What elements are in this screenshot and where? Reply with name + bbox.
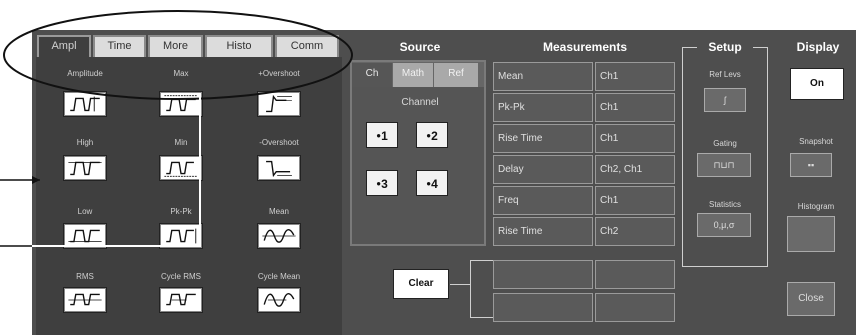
min-label: Min — [174, 138, 188, 147]
positive-overshoot-label: +Overshoot — [258, 69, 300, 78]
camera-icon: ▪▪ — [807, 160, 815, 170]
ref-levels-icon: ʃ — [724, 95, 726, 105]
source-channel-area — [352, 87, 484, 244]
clear-bracket-top — [470, 260, 493, 261]
pk-pk-label: Pk-Pk — [170, 207, 192, 216]
meas-row-4-source[interactable]: Ch2, Ch1 — [595, 155, 675, 184]
amplitude-button[interactable] — [63, 91, 107, 117]
max-label: Max — [173, 69, 189, 78]
channel-4-label: 4 — [431, 177, 438, 191]
histogram-label: Histogram — [797, 202, 835, 211]
meas-row-2-source[interactable]: Ch1 — [595, 93, 675, 122]
amplitude-waveform-icon — [70, 96, 100, 112]
channel-4-button[interactable]: ●4 — [416, 170, 448, 196]
gating-label: Gating — [713, 139, 737, 148]
low-button[interactable] — [63, 223, 107, 249]
low-label: Low — [77, 207, 93, 216]
setup-title: Setup — [697, 40, 753, 54]
meas-row-3-name[interactable]: Rise Time — [493, 124, 593, 153]
max-button[interactable] — [159, 91, 203, 117]
snapshot-label: Snapshot — [799, 137, 833, 146]
ref-levs-label: Ref Levs — [709, 70, 741, 79]
negative-overshoot-label: -Overshoot — [259, 138, 299, 147]
mean-label: Mean — [268, 207, 289, 216]
high-button[interactable] — [63, 155, 107, 181]
cycle-mean-button[interactable] — [257, 287, 301, 313]
histogram-button[interactable] — [787, 216, 835, 252]
cycle-mean-waveform-icon — [263, 292, 295, 307]
meas-row-1-name[interactable]: Mean — [493, 62, 593, 91]
meas-row-1-source[interactable]: Ch1 — [595, 62, 675, 91]
cycle-rms-waveform-icon — [166, 293, 196, 306]
max-waveform-icon — [164, 95, 198, 112]
meas-row-7-source[interactable] — [595, 260, 675, 289]
amplitude-label: Amplitude — [67, 69, 103, 78]
tab-comm[interactable]: Comm — [275, 35, 339, 57]
rms-waveform-icon — [68, 293, 102, 306]
rms-button[interactable] — [63, 287, 107, 313]
mean-waveform-icon — [262, 228, 296, 243]
statistics-button[interactable]: 0,μ,σ — [697, 213, 751, 237]
rms-label: RMS — [76, 272, 94, 281]
source-tab-math[interactable]: Math — [393, 63, 433, 87]
tab-more[interactable]: More — [148, 35, 203, 57]
clear-button[interactable]: Clear — [393, 269, 449, 299]
channel-2-button[interactable]: ●2 — [416, 122, 448, 148]
meas-row-5-name[interactable]: Freq — [493, 186, 593, 215]
channel-2-label: 2 — [431, 129, 438, 143]
meas-row-7-name[interactable] — [493, 260, 593, 289]
positive-overshoot-button[interactable] — [257, 91, 301, 117]
min-button[interactable] — [159, 155, 203, 181]
mean-button[interactable] — [257, 223, 301, 249]
channel-3-button[interactable]: ●3 — [366, 170, 398, 196]
meas-row-3-source[interactable]: Ch1 — [595, 124, 675, 153]
channel-label: Channel — [401, 97, 439, 108]
ref-levs-button[interactable]: ʃ — [704, 88, 746, 112]
clear-bracket-bottom — [470, 317, 493, 318]
meas-row-6-name[interactable]: Rise Time — [493, 217, 593, 246]
tab-histo[interactable]: Histo — [205, 35, 273, 57]
statistics-label: Statistics — [708, 200, 741, 209]
pk-pk-waveform-icon — [166, 228, 197, 244]
clear-bracket-line — [470, 260, 471, 318]
meas-row-6-source[interactable]: Ch2 — [595, 217, 675, 246]
meas-row-8-name[interactable] — [493, 293, 593, 322]
cycle-rms-label: Cycle RMS — [160, 272, 201, 281]
gating-icon: ⊓⊔⊓ — [713, 160, 735, 170]
meas-row-5-source[interactable]: Ch1 — [595, 186, 675, 215]
close-button[interactable]: Close — [787, 282, 835, 316]
pk-pk-button[interactable] — [159, 223, 203, 249]
positive-overshoot-waveform-icon — [266, 94, 292, 113]
snapshot-button[interactable]: ▪▪ — [790, 153, 832, 177]
source-title: Source — [399, 40, 441, 54]
display-title: Display — [796, 40, 840, 54]
channel-3-label: 3 — [381, 177, 388, 191]
low-waveform-icon — [68, 229, 102, 243]
meas-row-8-source[interactable] — [595, 293, 675, 322]
min-waveform-icon — [164, 161, 198, 177]
channel-1-label: 1 — [381, 129, 388, 143]
gating-button[interactable]: ⊓⊔⊓ — [697, 153, 751, 177]
cycle-rms-button[interactable] — [159, 287, 203, 313]
tab-time[interactable]: Time — [93, 35, 146, 57]
high-label: High — [76, 138, 94, 147]
high-waveform-icon — [68, 161, 102, 176]
meas-row-2-name[interactable]: Pk-Pk — [493, 93, 593, 122]
clear-connector-line — [450, 284, 470, 285]
source-tab-ch[interactable]: Ch — [352, 63, 392, 87]
negative-overshoot-waveform-icon — [266, 160, 292, 178]
meas-row-4-name[interactable]: Delay — [493, 155, 593, 184]
measurements-title: Measurements — [542, 40, 628, 54]
source-tab-ref[interactable]: Ref — [434, 63, 478, 87]
channel-1-button[interactable]: ●1 — [366, 122, 398, 148]
display-on-button[interactable]: On — [790, 68, 844, 100]
cycle-mean-label: Cycle Mean — [257, 272, 301, 281]
negative-overshoot-button[interactable] — [257, 155, 301, 181]
